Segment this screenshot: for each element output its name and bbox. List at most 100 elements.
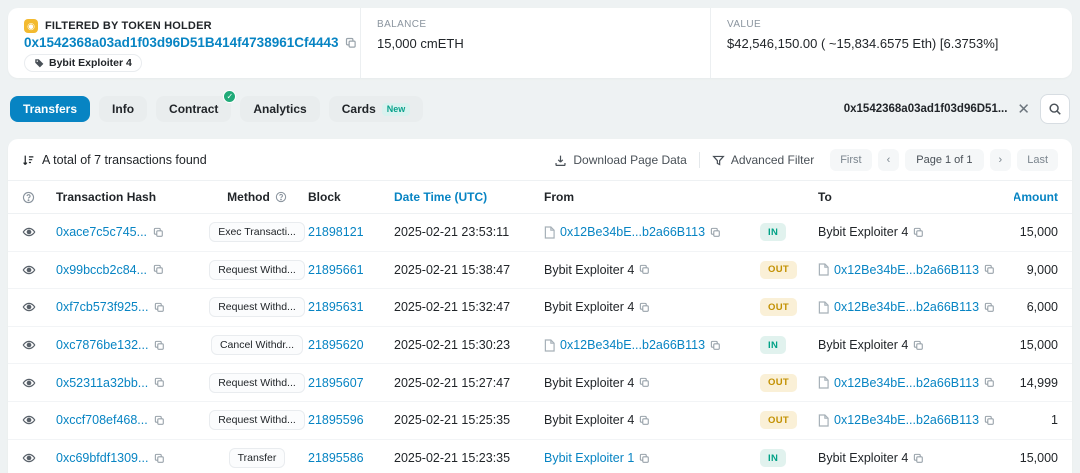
- copy-icon[interactable]: [153, 264, 164, 275]
- tab-cards[interactable]: Cards New: [329, 96, 424, 122]
- datetime-cell: 2025-02-21 15:32:47: [394, 300, 544, 314]
- copy-icon[interactable]: [345, 37, 357, 49]
- copy-icon[interactable]: [913, 453, 924, 464]
- block-link[interactable]: 21895586: [308, 451, 364, 465]
- amount-cell: 14,999: [1014, 376, 1058, 390]
- from-address[interactable]: 0x12Be34bE...b2a66B113: [560, 338, 705, 352]
- advanced-filter-button[interactable]: Advanced Filter: [712, 153, 814, 167]
- block-link[interactable]: 21898121: [308, 225, 364, 239]
- table-row: 0xccf708ef468... Request Withd...21895596…: [8, 402, 1072, 440]
- method-help-icon[interactable]: [275, 191, 287, 203]
- first-page-button[interactable]: First: [830, 149, 871, 171]
- to-address[interactable]: 0x12Be34bE...b2a66B113: [834, 376, 979, 390]
- eye-icon[interactable]: [22, 263, 36, 277]
- copy-icon[interactable]: [639, 302, 650, 313]
- from-address: Bybit Exploiter 4: [544, 413, 634, 427]
- block-link[interactable]: 21895661: [308, 263, 364, 277]
- eye-icon[interactable]: [22, 338, 36, 352]
- block-link[interactable]: 21895620: [308, 338, 364, 352]
- amount-cell: 15,000: [1014, 225, 1058, 239]
- eye-icon[interactable]: [22, 413, 36, 427]
- method-badge: Request Withd...: [209, 297, 305, 317]
- copy-icon[interactable]: [913, 340, 924, 351]
- tab-contract[interactable]: Contract ✓: [156, 96, 231, 122]
- eye-icon[interactable]: [22, 451, 36, 465]
- method-badge: Request Withd...: [209, 410, 305, 430]
- datetime-cell: 2025-02-21 15:30:23: [394, 338, 544, 352]
- copy-icon[interactable]: [984, 415, 995, 426]
- tx-hash-link[interactable]: 0xf7cb573f925...: [56, 300, 148, 314]
- last-page-button[interactable]: Last: [1017, 149, 1058, 171]
- table-header-row: Transaction Hash Method Block Date Time …: [8, 181, 1072, 214]
- copy-icon[interactable]: [154, 377, 165, 388]
- header-method: Method: [206, 190, 308, 204]
- prev-page-button[interactable]: ‹: [878, 149, 900, 171]
- holder-address-link[interactable]: 0x1542368a03ad1f03d96D51B414f4738961Cf44…: [24, 35, 339, 50]
- datetime-cell: 2025-02-21 15:38:47: [394, 263, 544, 277]
- tx-hash-link[interactable]: 0xc69bfdf1309...: [56, 451, 148, 465]
- document-icon: [818, 263, 829, 276]
- header-datetime-toggle[interactable]: Date Time (UTC): [394, 190, 544, 204]
- datetime-cell: 2025-02-21 23:53:11: [394, 225, 544, 239]
- total-transactions: A total of 7 transactions found: [22, 153, 207, 167]
- tx-hash-link[interactable]: 0xccf708ef468...: [56, 413, 148, 427]
- block-link[interactable]: 21895631: [308, 300, 364, 314]
- copy-icon[interactable]: [154, 415, 165, 426]
- eye-icon[interactable]: [22, 300, 36, 314]
- balance-label: BALANCE: [377, 19, 694, 30]
- eye-icon[interactable]: [22, 225, 36, 239]
- copy-icon[interactable]: [639, 377, 650, 388]
- eye-icon[interactable]: [22, 376, 36, 390]
- tab-transfers-label: Transfers: [23, 102, 77, 116]
- copy-icon[interactable]: [710, 227, 721, 238]
- next-page-button[interactable]: ›: [990, 149, 1012, 171]
- method-badge: Cancel Withdr...: [211, 335, 303, 355]
- method-badge: Exec Transacti...: [209, 222, 305, 242]
- download-page-data-button[interactable]: Download Page Data: [554, 153, 686, 167]
- from-address[interactable]: Bybit Exploiter 1: [544, 451, 634, 465]
- tx-hash-link[interactable]: 0xace7c5c745...: [56, 225, 147, 239]
- tab-info[interactable]: Info: [99, 96, 147, 122]
- copy-icon[interactable]: [639, 453, 650, 464]
- copy-icon[interactable]: [154, 340, 165, 351]
- copy-icon[interactable]: [154, 302, 165, 313]
- tab-transfers[interactable]: Transfers: [10, 96, 90, 122]
- to-address[interactable]: 0x12Be34bE...b2a66B113: [834, 300, 979, 314]
- header-amount-sort[interactable]: Amount: [1014, 190, 1058, 204]
- tab-analytics[interactable]: Analytics: [240, 96, 319, 122]
- help-circle-icon[interactable]: [22, 191, 35, 204]
- copy-icon[interactable]: [154, 453, 165, 464]
- copy-icon[interactable]: [984, 377, 995, 388]
- search-input[interactable]: 0x1542368a03ad1f03d96D51...: [844, 103, 1008, 115]
- table-row: 0x52311a32bb...Request Withd...218956072…: [8, 364, 1072, 402]
- tx-hash-link[interactable]: 0x52311a32bb...: [56, 376, 148, 390]
- from-address[interactable]: 0x12Be34bE...b2a66B113: [560, 225, 705, 239]
- verified-check-icon: ✓: [223, 90, 236, 103]
- tab-analytics-label: Analytics: [253, 102, 306, 116]
- toolbar-divider: [699, 152, 700, 168]
- clear-search-icon[interactable]: ✕: [1017, 102, 1030, 117]
- block-link[interactable]: 21895607: [308, 376, 364, 390]
- to-address: Bybit Exploiter 4: [818, 225, 908, 239]
- to-address[interactable]: 0x12Be34bE...b2a66B113: [834, 263, 979, 277]
- address-tag[interactable]: Bybit Exploiter 4: [24, 54, 142, 72]
- tag-icon: [34, 58, 44, 68]
- copy-icon[interactable]: [639, 264, 650, 275]
- search-button[interactable]: [1040, 94, 1070, 124]
- filter-label: Advanced Filter: [731, 153, 814, 167]
- header-from: From: [544, 190, 760, 204]
- copy-icon[interactable]: [984, 264, 995, 275]
- copy-icon[interactable]: [984, 302, 995, 313]
- tx-hash-link[interactable]: 0xc7876be132...: [56, 338, 148, 352]
- document-icon: [818, 414, 829, 427]
- copy-icon[interactable]: [913, 227, 924, 238]
- table-body: 0xace7c5c745... Exec Transacti...21898121…: [8, 214, 1072, 473]
- block-link[interactable]: 21895596: [308, 413, 364, 427]
- amount-cell: 9,000: [1014, 263, 1058, 277]
- to-address[interactable]: 0x12Be34bE...b2a66B113: [834, 413, 979, 427]
- table-toolbar: A total of 7 transactions found Download…: [8, 139, 1072, 181]
- tx-hash-link[interactable]: 0x99bccb2c84...: [56, 263, 147, 277]
- copy-icon[interactable]: [710, 340, 721, 351]
- copy-icon[interactable]: [153, 227, 164, 238]
- copy-icon[interactable]: [639, 415, 650, 426]
